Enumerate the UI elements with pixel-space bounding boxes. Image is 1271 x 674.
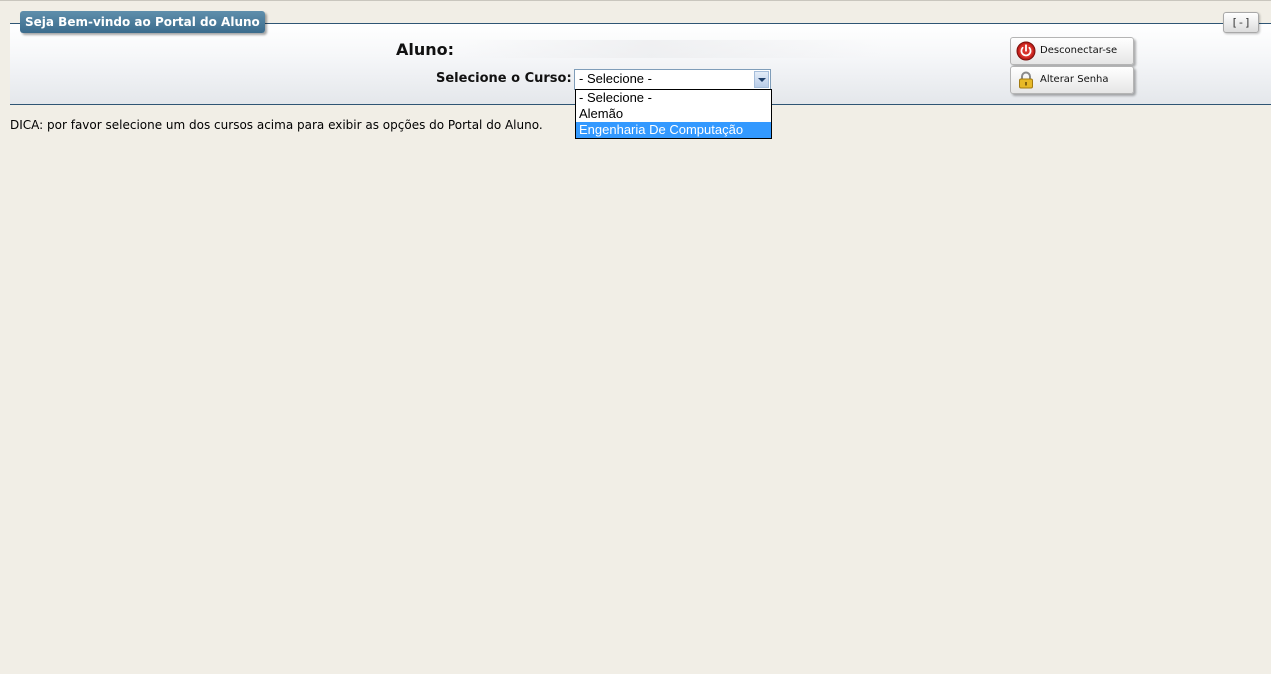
course-select[interactable]: - Selecione - bbox=[574, 69, 771, 90]
student-name-value bbox=[462, 40, 882, 58]
panel-title: Seja Bem-vindo ao Portal do Aluno bbox=[20, 11, 265, 33]
top-divider bbox=[0, 0, 1271, 1]
tip-text: DICA: por favor selecione um dos cursos … bbox=[10, 118, 543, 132]
course-option-selecione[interactable]: - Selecione - bbox=[576, 90, 771, 106]
change-password-button[interactable]: Alterar Senha bbox=[1010, 66, 1134, 94]
power-icon bbox=[1016, 41, 1036, 61]
student-label: Aluno: bbox=[396, 40, 455, 59]
change-password-button-label: Alterar Senha bbox=[1040, 74, 1109, 85]
course-dropdown-list: - Selecione - Alemão Engenharia De Compu… bbox=[575, 89, 772, 139]
course-label: Selecione o Curso: bbox=[436, 71, 572, 86]
course-option-engenharia[interactable]: Engenharia De Computação bbox=[576, 122, 771, 138]
course-select-value: - Selecione - bbox=[579, 71, 652, 86]
collapse-button[interactable]: [-] bbox=[1223, 12, 1259, 33]
lock-icon bbox=[1019, 71, 1033, 89]
disconnect-button[interactable]: Desconectar-se bbox=[1010, 37, 1134, 65]
disconnect-button-label: Desconectar-se bbox=[1040, 45, 1118, 56]
chevron-down-icon[interactable] bbox=[754, 71, 769, 88]
course-option-alemao[interactable]: Alemão bbox=[576, 106, 771, 122]
